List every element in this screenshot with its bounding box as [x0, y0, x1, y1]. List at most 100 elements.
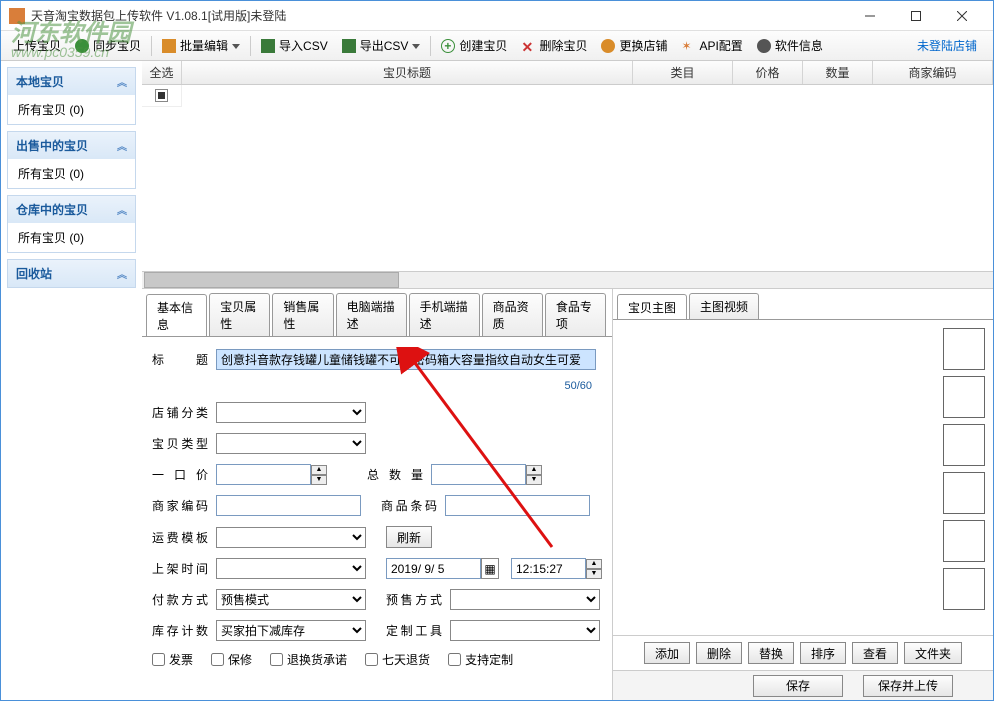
detail-tabs: 基本信息 宝贝属性 销售属性 电脑端描述 手机端描述 商品资质 食品专项: [142, 289, 612, 336]
horizontal-scrollbar[interactable]: [142, 271, 993, 288]
upload-button[interactable]: 上传宝贝: [7, 34, 67, 57]
seven-day-checkbox[interactable]: 七天退货: [365, 651, 430, 668]
qty-spinner[interactable]: ▲▼: [526, 465, 542, 485]
api-config-button[interactable]: ✶API配置: [675, 34, 748, 57]
image-thumb[interactable]: [943, 472, 985, 514]
stock-calc-select[interactable]: 买家拍下减库存: [216, 620, 366, 641]
warranty-checkbox[interactable]: 保修: [211, 651, 252, 668]
batch-edit-button[interactable]: 批量编辑: [156, 34, 246, 57]
chevron-up-icon: ︽: [117, 202, 127, 217]
pay-method-select[interactable]: 预售模式: [216, 589, 366, 610]
img-replace-button[interactable]: 替换: [748, 642, 794, 664]
software-info-button[interactable]: 软件信息: [751, 34, 829, 57]
price-spinner[interactable]: ▲▼: [311, 465, 327, 485]
pay-method-label: 付款方式: [152, 591, 208, 608]
chevron-up-icon: ︽: [117, 138, 127, 153]
sidebar-group-recycle[interactable]: 回收站︽: [8, 260, 135, 287]
barcode-label: 商品条码: [381, 497, 437, 514]
image-thumb[interactable]: [943, 328, 985, 370]
sidebar: 本地宝贝︽ 所有宝贝 (0) 出售中的宝贝︽ 所有宝贝 (0) 仓库中的宝贝︽ …: [1, 61, 142, 700]
presale-select[interactable]: [450, 589, 600, 610]
sidebar-group-warehouse[interactable]: 仓库中的宝贝︽: [8, 196, 135, 223]
col-qty[interactable]: 数量: [803, 61, 873, 84]
img-add-button[interactable]: 添加: [644, 642, 690, 664]
col-select[interactable]: 全选: [142, 61, 182, 84]
invoice-checkbox[interactable]: 发票: [152, 651, 193, 668]
refresh-button[interactable]: 刷新: [386, 526, 432, 548]
return-promise-checkbox[interactable]: 退换货承诺: [270, 651, 347, 668]
tab-main-video[interactable]: 主图视频: [689, 293, 759, 319]
save-button[interactable]: 保存: [753, 675, 843, 697]
time-spinner[interactable]: ▲▼: [586, 559, 602, 579]
import-csv-button[interactable]: 导入CSV: [255, 34, 334, 57]
calendar-icon[interactable]: ▦: [481, 558, 499, 579]
close-button[interactable]: [939, 2, 985, 30]
tab-main-image[interactable]: 宝贝主图: [617, 294, 687, 320]
stock-calc-label: 库存计数: [152, 622, 208, 639]
select-all-checkbox[interactable]: [155, 89, 168, 102]
item-type-label: 宝贝类型: [152, 435, 208, 452]
support-custom-checkbox[interactable]: 支持定制: [448, 651, 513, 668]
col-category[interactable]: 类目: [633, 61, 733, 84]
sidebar-group-onsale[interactable]: 出售中的宝贝︽: [8, 132, 135, 159]
img-delete-button[interactable]: 删除: [696, 642, 742, 664]
sidebar-item-onsale-all[interactable]: 所有宝贝 (0): [8, 159, 135, 188]
sidebar-item-warehouse-all[interactable]: 所有宝贝 (0): [8, 223, 135, 252]
sidebar-item-local-all[interactable]: 所有宝贝 (0): [8, 95, 135, 124]
tab-props[interactable]: 宝贝属性: [209, 293, 270, 336]
grid-body[interactable]: [142, 85, 993, 271]
list-time-label: 上架时间: [152, 560, 208, 577]
img-folder-button[interactable]: 文件夹: [904, 642, 962, 664]
price-label: 一 口 价: [152, 466, 208, 483]
qty-label: 总 数 量: [367, 466, 423, 483]
title-input[interactable]: [216, 349, 596, 370]
ship-tpl-select[interactable]: [216, 527, 366, 548]
export-csv-button[interactable]: 导出CSV: [336, 34, 427, 57]
col-title[interactable]: 宝贝标题: [182, 61, 633, 84]
sidebar-group-local[interactable]: 本地宝贝︽: [8, 68, 135, 95]
custom-tool-select[interactable]: [450, 620, 600, 641]
title-label: 标题: [152, 351, 208, 368]
col-price[interactable]: 价格: [733, 61, 803, 84]
sync-button[interactable]: 同步宝贝: [69, 34, 147, 57]
shop-cat-label: 店铺分类: [152, 404, 208, 421]
chevron-up-icon: ︽: [117, 266, 127, 281]
col-code[interactable]: 商家编码: [873, 61, 993, 84]
tab-qualification[interactable]: 商品资质: [482, 293, 543, 336]
toolbar: 上传宝贝 同步宝贝 批量编辑 导入CSV 导出CSV +创建宝贝 ✕删除宝贝 更…: [1, 31, 993, 61]
create-button[interactable]: +创建宝贝: [435, 34, 513, 57]
image-thumb[interactable]: [943, 424, 985, 466]
image-thumb[interactable]: [943, 568, 985, 610]
date-input[interactable]: [386, 558, 481, 579]
custom-tool-label: 定制工具: [386, 622, 442, 639]
time-input[interactable]: [511, 558, 586, 579]
app-icon: [9, 8, 25, 24]
price-input[interactable]: [216, 464, 311, 485]
image-thumb[interactable]: [943, 376, 985, 418]
maximize-button[interactable]: [893, 2, 939, 30]
title-counter: 50/60: [564, 380, 592, 392]
tab-pc-desc[interactable]: 电脑端描述: [336, 293, 407, 336]
img-sort-button[interactable]: 排序: [800, 642, 846, 664]
tab-sale-props[interactable]: 销售属性: [272, 293, 333, 336]
image-thumb[interactable]: [943, 520, 985, 562]
tab-mobile-desc[interactable]: 手机端描述: [409, 293, 480, 336]
minimize-button[interactable]: [847, 2, 893, 30]
image-preview-area: [613, 319, 993, 635]
change-shop-button[interactable]: 更换店铺: [595, 34, 673, 57]
grid-header: 全选 宝贝标题 类目 价格 数量 商家编码: [142, 61, 993, 85]
barcode-input[interactable]: [445, 495, 590, 516]
tab-basic[interactable]: 基本信息: [146, 294, 207, 337]
shop-cat-select[interactable]: [216, 402, 366, 423]
item-type-select[interactable]: [216, 433, 366, 454]
delete-button[interactable]: ✕删除宝贝: [515, 34, 593, 57]
img-view-button[interactable]: 查看: [852, 642, 898, 664]
ship-tpl-label: 运费模板: [152, 529, 208, 546]
list-time-select[interactable]: [216, 558, 366, 579]
qty-input[interactable]: [431, 464, 526, 485]
seller-code-input[interactable]: [216, 495, 361, 516]
login-shop-link[interactable]: 未登陆店铺: [907, 37, 987, 54]
save-upload-button[interactable]: 保存并上传: [863, 675, 953, 697]
tab-food[interactable]: 食品专项: [545, 293, 606, 336]
presale-label: 预售方式: [386, 591, 442, 608]
